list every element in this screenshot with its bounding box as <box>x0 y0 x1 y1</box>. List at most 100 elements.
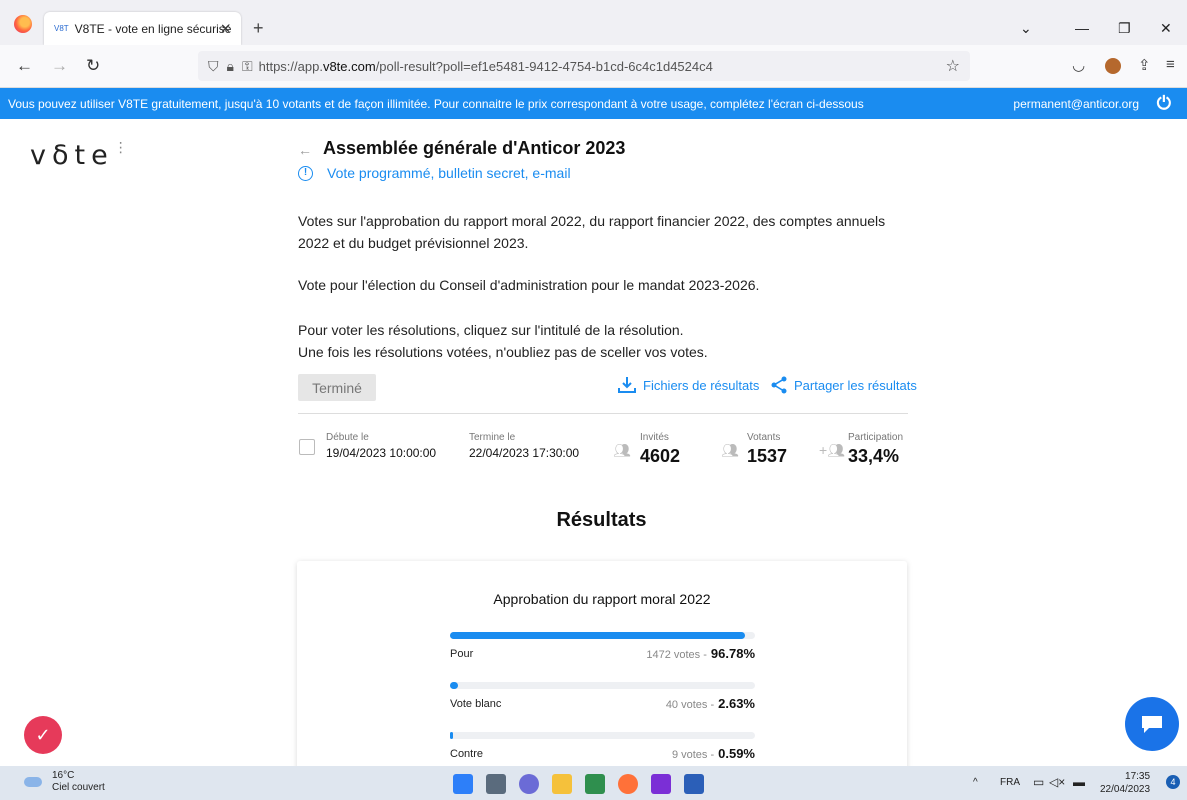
windows-taskbar: 16°C Ciel couvert ^ FRA ▭ ◁× ▬ 17:35 22/… <box>0 766 1187 800</box>
key-icon[interactable]: ⚿ <box>242 58 253 75</box>
forward-arrow-icon[interactable]: → <box>51 56 68 76</box>
calendar-icon <box>299 439 315 455</box>
user-email[interactable]: permanent@anticor.org <box>1013 97 1139 111</box>
participation-label: Participation <box>848 432 904 443</box>
poll-subtitle: ! Vote programmé, bulletin secret, e-mai… <box>298 165 571 181</box>
invited-people-icon: 👥︎ <box>613 442 631 458</box>
windows-start-icon[interactable] <box>453 774 473 794</box>
reload-icon[interactable]: ↻ <box>86 56 100 76</box>
tab-close-icon[interactable]: ✕ <box>220 21 231 37</box>
url-host: v8te.com <box>322 58 376 74</box>
results-heading: Résultats <box>556 509 647 531</box>
participation-value: 33,4% <box>848 446 900 466</box>
option-percent: 0.59% <box>718 746 755 761</box>
progress-fill <box>450 682 459 689</box>
vote-check-icon[interactable]: ✓ <box>24 716 62 754</box>
tab-favicon: V8T <box>54 24 69 33</box>
progress-track <box>450 682 755 689</box>
tab-list-chevron-icon[interactable]: ⌄ <box>1020 20 1032 37</box>
clock-date: 22/04/2023 <box>1100 784 1151 795</box>
divider <box>298 413 908 414</box>
share-results-link[interactable]: Partager les résultats <box>770 376 917 394</box>
progress-track <box>450 732 755 739</box>
progress-fill <box>450 732 453 739</box>
result-files-label: Fichiers de résultats <box>643 377 760 393</box>
lock-icon[interactable]: 🔒︎ <box>227 58 234 75</box>
poll-description-4: Une fois les résolutions votées, n'oubli… <box>298 344 708 360</box>
tab-title: V8TE - vote en ligne sécurisé <box>74 21 232 36</box>
minimize-button[interactable]: — <box>1075 20 1089 36</box>
share-icon <box>771 376 787 394</box>
pricing-banner: Vous pouvez utiliser V8TE gratuitement, … <box>0 88 1187 119</box>
end-label: Termine le <box>469 432 516 443</box>
option-percent: 96.78% <box>710 646 755 661</box>
chat-app-icon[interactable] <box>519 774 539 794</box>
invited-label: Invités <box>640 432 669 443</box>
start-value: 19/04/2023 10:00:00 <box>326 446 437 460</box>
page-title: Assemblée générale d'Anticor 2023 <box>323 138 626 158</box>
option-votes: 9 votes - <box>671 749 715 761</box>
back-arrow-icon[interactable]: ← <box>298 142 312 158</box>
share-results-label: Partager les résultats <box>794 377 917 393</box>
firefox-icon[interactable] <box>14 15 32 33</box>
invited-value: 4602 <box>640 446 681 466</box>
restore-button[interactable]: ❐ <box>1118 20 1131 37</box>
voters-label: Votants <box>747 432 781 443</box>
app-icon[interactable] <box>651 774 671 794</box>
network-icon[interactable]: ▭ <box>1033 775 1044 789</box>
start-label: Débute le <box>326 432 369 443</box>
option-label: Pour <box>450 648 474 660</box>
participation-icon: +👥︎ <box>819 442 845 458</box>
voters-value: 1537 <box>747 446 788 466</box>
language-indicator[interactable]: FRA <box>1000 777 1020 788</box>
tray-chevron-icon[interactable]: ^ <box>973 777 978 788</box>
firefox-taskbar-icon[interactable] <box>618 774 638 794</box>
notification-badge[interactable]: 4 <box>1166 775 1180 789</box>
info-icon: ! <box>298 165 313 181</box>
browser-tab[interactable]: V8T V8TE - vote en ligne sécurisé ✕ <box>44 12 241 45</box>
pocket-icon[interactable]: ◡ <box>1072 56 1085 74</box>
option-percent: 2.63% <box>718 696 755 711</box>
weather-text: Ciel couvert <box>52 782 105 793</box>
voters-people-icon: 👥︎ <box>721 442 739 458</box>
cloud-sun-icon <box>24 777 42 787</box>
extension-icon[interactable] <box>1105 58 1121 74</box>
close-window-button[interactable]: ✕ <box>1160 20 1172 37</box>
result-card: Approbation du rapport moral 2022 Pour 1… <box>297 561 907 781</box>
poll-description-1: Votes sur l'approbation du rapport moral… <box>298 213 886 251</box>
option-label: Contre <box>450 748 484 760</box>
bookmark-star-icon[interactable]: ☆ <box>946 56 960 76</box>
option-count: 1472 votes -96.78% <box>646 646 755 661</box>
status-finished-button[interactable]: Terminé <box>298 374 376 401</box>
banner-text[interactable]: Vous pouvez utiliser V8TE gratuitement, … <box>8 97 864 111</box>
word-icon[interactable] <box>684 774 704 794</box>
poll-description-3: Pour voter les résolutions, cliquez sur … <box>298 322 684 338</box>
logout-power-icon[interactable]: ⏻ <box>1157 93 1171 114</box>
shield-icon[interactable]: ⛉ <box>208 58 219 75</box>
app-icon[interactable] <box>585 774 605 794</box>
v8te-logo[interactable]: vδte⋮ <box>30 140 128 171</box>
end-value: 22/04/2023 17:30:00 <box>469 446 580 460</box>
weather-temp: 16°C <box>52 770 75 781</box>
back-arrow-icon[interactable]: ← <box>16 56 33 76</box>
option-votes: 40 votes - <box>665 699 715 711</box>
task-view-icon[interactable] <box>486 774 506 794</box>
url-bar[interactable]: ⛉ 🔒︎ ⚿ https://app. v8te.com/poll-result?… <box>198 51 970 81</box>
file-explorer-icon[interactable] <box>552 774 572 794</box>
new-tab-button[interactable]: + <box>253 18 264 39</box>
option-votes: 1472 votes - <box>646 649 707 661</box>
result-files-link[interactable]: Fichiers de résultats <box>617 376 759 394</box>
url-path: /poll-result?poll=ef1e5481-9412-4754-b1c… <box>375 58 713 74</box>
menu-icon[interactable]: ≡ <box>1166 56 1175 73</box>
taskbar-apps <box>453 774 704 794</box>
chat-button[interactable] <box>1125 697 1179 751</box>
progress-fill <box>450 632 746 639</box>
question-title[interactable]: Approbation du rapport moral 2022 <box>297 591 907 607</box>
option-count: 40 votes -2.63% <box>666 696 755 711</box>
chat-bubble-icon <box>1142 716 1162 733</box>
volume-muted-icon[interactable]: ◁× <box>1049 775 1065 789</box>
share-icon[interactable]: ⇪ <box>1138 56 1151 74</box>
clock[interactable]: 17:35 22/04/2023 <box>1100 770 1150 796</box>
option-label: Vote blanc <box>450 698 502 710</box>
battery-icon[interactable]: ▬ <box>1073 775 1085 789</box>
